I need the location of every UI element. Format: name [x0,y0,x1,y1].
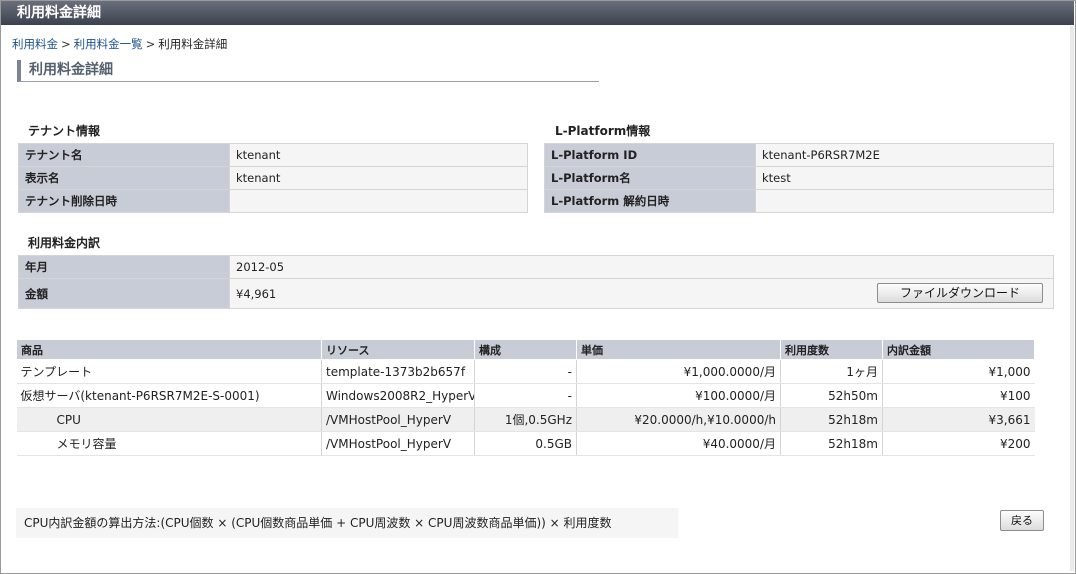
usage-cell: 52h18m [780,431,883,456]
config-cell: 1個,0.5GHz [474,407,577,432]
column-header-config: 構成 [474,339,577,360]
lplatform-id-value: ktenant-P6RSR7M2E [755,143,1054,167]
tenant-name-value: ktenant [229,143,528,167]
lplatform-row: L-Platform 解約日時 [544,189,1054,213]
breakdown-title: 利用料金内訳 [28,236,101,250]
tenant-info-table: テナント名 ktenant 表示名 ktenant テナント削除日時 [18,143,528,213]
lplatform-info-title: L-Platform情報 [555,124,651,138]
config-cell: - [474,383,577,408]
tenant-deletion-date-label: テナント削除日時 [18,189,230,213]
column-header-unit-price: 単価 [576,339,781,360]
column-header-amount: 内訳金額 [882,339,1035,360]
tenant-info-title: テナント情報 [28,124,101,138]
amount-cell: ¥100 [882,383,1035,408]
tenant-deletion-date-value [229,189,528,213]
unit-price-cell: ¥1,000.0000/月 [576,359,781,384]
config-cell: - [474,359,577,384]
unit-price-cell: ¥100.0000/月 [576,383,781,408]
tenant-row: テナント名 ktenant [18,143,528,167]
display-name-label: 表示名 [18,166,230,190]
column-header-resource: リソース [321,339,475,360]
cpu-calculation-note: CPU内訳金額の算出方法:(CPU個数 × (CPU個数商品単価 + CPU周波… [16,508,678,538]
tenant-name-label: テナント名 [18,143,230,167]
lplatform-id-label: L-Platform ID [544,143,756,167]
lplatform-cancel-date-value [755,189,1054,213]
file-download-button[interactable]: ファイルダウンロード [877,283,1043,303]
window-title: 利用料金詳細 [1,1,1074,25]
usage-cell: 52h50m [780,383,883,408]
table-row: 仮想サーバ(ktenant-P6RSR7M2E-S-0001) Windows2… [16,383,1035,408]
table-row: メモリ容量 /VMHostPool_HyperV 0.5GB ¥40.0000/… [16,431,1035,456]
breadcrumb-separator: > [145,37,156,51]
breadcrumb-link-usage-fee-list[interactable]: 利用料金一覧 [74,37,143,51]
table-row: CPU /VMHostPool_HyperV 1個,0.5GHz ¥20.000… [16,407,1035,432]
breakdown-row: 金額 ¥4,961 ファイルダウンロード [18,278,1054,309]
breakdown-row: 年月 2012-05 [18,255,1054,279]
amount-cell: ¥3,661 [882,407,1035,432]
tenant-row: テナント削除日時 [18,189,528,213]
breadcrumb: 利用料金 > 利用料金一覧 > 利用料金詳細 [12,36,227,52]
amount-value: ¥4,961 [236,286,277,301]
amount-cell: ¥200 [882,431,1035,456]
breadcrumb-link-usage-fees[interactable]: 利用料金 [12,37,58,51]
resource-cell: /VMHostPool_HyperV [321,431,475,456]
lplatform-cancel-date-label: L-Platform 解約日時 [544,189,756,213]
month-value: 2012-05 [229,255,1054,279]
product-cell: CPU [16,407,322,432]
breadcrumb-separator: > [61,37,71,51]
back-button[interactable]: 戻る [1000,510,1044,531]
amount-cell: ¥4,961 ファイルダウンロード [229,278,1054,309]
breadcrumb-current: 利用料金詳細 [158,37,228,51]
column-header-product: 商品 [16,339,322,360]
resource-cell: Windows2008R2_HyperV [321,383,475,408]
table-row: テンプレート template-1373b2b657f - ¥1,000.000… [16,359,1035,384]
display-name-value: ktenant [229,166,528,190]
lplatform-row: L-Platform ID ktenant-P6RSR7M2E [544,143,1054,167]
product-cell: テンプレート [16,359,322,384]
product-cell: メモリ容量 [16,431,322,456]
product-cell: 仮想サーバ(ktenant-P6RSR7M2E-S-0001) [16,383,322,408]
usage-cell: 1ヶ月 [780,359,883,384]
page-title: 利用料金詳細 [17,60,599,82]
lplatform-row: L-Platform名 ktest [544,166,1054,190]
unit-price-cell: ¥40.0000/月 [576,431,781,456]
config-cell: 0.5GB [474,431,577,456]
table-header-row: 商品 リソース 構成 単価 利用度数 内訳金額 [16,339,1035,360]
resource-cell: /VMHostPool_HyperV [321,407,475,432]
breakdown-table: 年月 2012-05 金額 ¥4,961 ファイルダウンロード [18,255,1054,309]
tenant-row: 表示名 ktenant [18,166,528,190]
unit-price-cell: ¥20.0000/h,¥10.0000/h [576,407,781,432]
amount-cell: ¥1,000 [882,359,1035,384]
resource-cell: template-1373b2b657f [321,359,475,384]
lplatform-info-table: L-Platform ID ktenant-P6RSR7M2E L-Platfo… [544,143,1054,213]
column-header-usage: 利用度数 [780,339,883,360]
usage-cell: 52h18m [780,407,883,432]
amount-label: 金額 [18,278,230,309]
lplatform-name-value: ktest [755,166,1054,190]
month-label: 年月 [18,255,230,279]
usage-items-table: 商品 リソース 構成 単価 利用度数 内訳金額 テンプレート template-… [16,339,1035,456]
window-right-edge [1070,26,1074,571]
lplatform-name-label: L-Platform名 [544,166,756,190]
